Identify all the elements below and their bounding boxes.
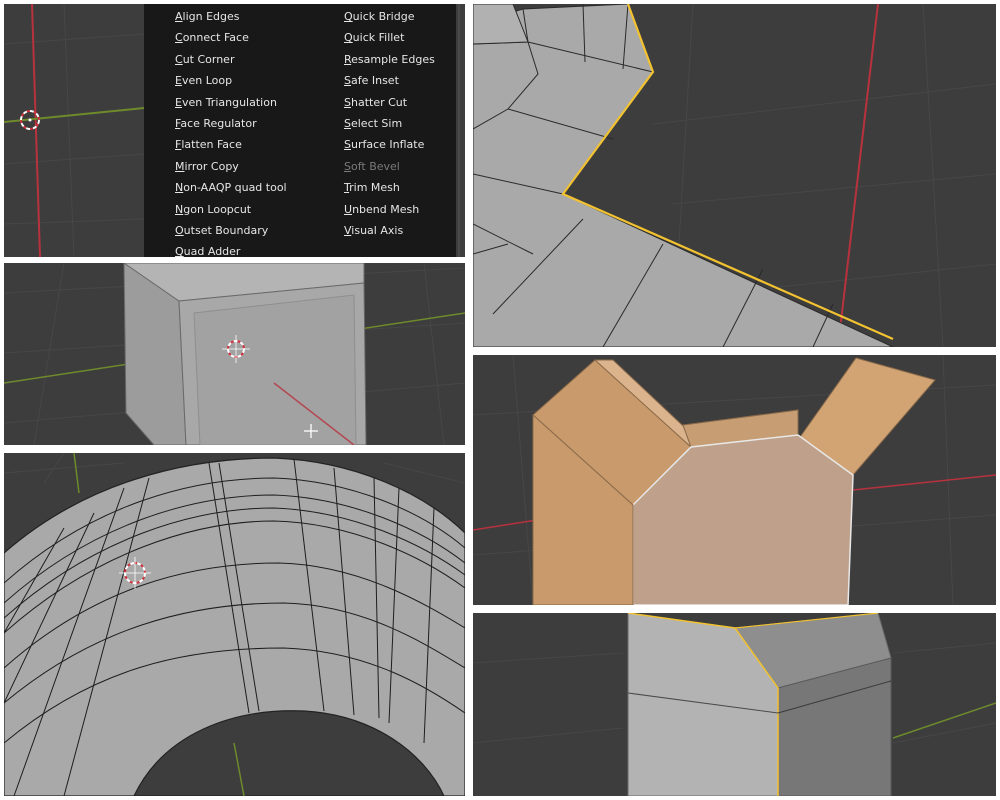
menu-item-cut-corner[interactable]: Cut Corner (175, 53, 234, 67)
menu-item-visual-axis[interactable]: Visual Axis (344, 224, 403, 238)
cube-mesh-view (4, 263, 465, 445)
viewport-strip-panel[interactable] (473, 4, 996, 347)
yshape-mesh-view (473, 355, 996, 605)
menu-item-even-loop[interactable]: Even Loop (175, 74, 232, 88)
menu-item-select-sim[interactable]: Select Sim (344, 117, 402, 131)
arch-mesh-view (4, 453, 465, 796)
menu-item-surface-inflate[interactable]: Surface Inflate (344, 138, 424, 152)
menu-item-flatten-face[interactable]: Flatten Face (175, 138, 242, 152)
menu-item-align-edges[interactable]: Align Edges (175, 10, 240, 24)
menu-item-connect-face[interactable]: Connect Face (175, 31, 249, 45)
menu-item-ngon-loopcut[interactable]: Ngon Loopcut (175, 203, 251, 217)
menu-item-quad-adder[interactable]: Quad Adder (175, 245, 240, 257)
menu-item-soft-bevel: Soft Bevel (344, 159, 400, 173)
menu-item-resample-edges[interactable]: Resample Edges (344, 53, 435, 67)
x-axis-line (837, 4, 879, 347)
menu-item-quick-bridge[interactable]: Quick Bridge (344, 10, 414, 24)
viewport-menu-panel[interactable]: Align Edges Connect Face Cut Corner Even Lo… (4, 4, 465, 257)
strip-mesh-view (473, 4, 996, 347)
menu-item-outset-boundary[interactable]: Outset Boundary (175, 224, 268, 238)
menu-item-safe-inset[interactable]: Safe Inset (344, 74, 399, 88)
menu-item-quick-fillet[interactable]: Quick Fillet (344, 31, 404, 45)
menu-item-shatter-cut[interactable]: Shatter Cut (344, 96, 407, 110)
menu-item-mirror-copy[interactable]: Mirror Copy (175, 160, 239, 174)
menu-item-face-regulator[interactable]: Face Regulator (175, 117, 257, 131)
viewport-cube-panel[interactable] (4, 263, 465, 445)
viewport-column-panel[interactable] (473, 613, 996, 796)
menu-item-unbend-mesh[interactable]: Unbend Mesh (344, 203, 419, 217)
y-axis-line (4, 107, 145, 123)
column-mesh-view (473, 613, 996, 796)
menu-item-non-aaqp-quad-tool[interactable]: Non-AAQP quad tool (175, 181, 287, 195)
viewport-yshape-panel[interactable] (473, 355, 996, 605)
menu-item-even-triangulation[interactable]: Even Triangulation (175, 96, 277, 110)
menu-item-trim-mesh[interactable]: Trim Mesh (344, 181, 400, 195)
tools-menu: Align Edges Connect Face Cut Corner Even Lo… (144, 4, 456, 257)
viewport-arch-panel[interactable] (4, 453, 465, 796)
